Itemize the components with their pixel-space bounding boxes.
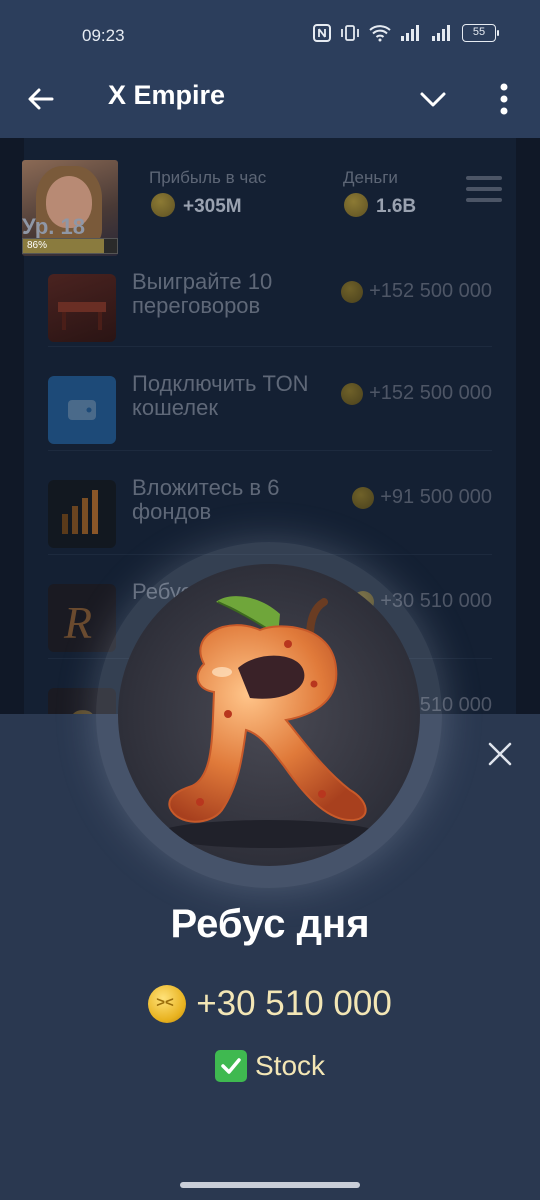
task-reward: +91 500 000 (352, 486, 492, 509)
money-label: Деньги (343, 168, 398, 187)
arrow-left-icon[interactable] (24, 82, 58, 116)
negotiation-table-icon (48, 274, 116, 342)
coin-icon (352, 486, 375, 509)
coin-icon (341, 280, 364, 303)
status-bar: 09:23 55 (0, 0, 540, 60)
nfc-icon (313, 24, 331, 42)
task-row[interactable]: Подключить TON кошелек +152 500 000 (48, 364, 492, 454)
task-reward-value: +152 500 000 (369, 280, 492, 302)
task-reward-value: +152 500 000 (369, 382, 492, 404)
profit-label: Прибыль в час (149, 168, 267, 187)
task-title: Подключить TON кошелек (132, 371, 309, 420)
sheet-title: Ребус дня (170, 902, 370, 946)
sheet-reward: >< +30 510 000 (0, 984, 540, 1024)
profit-value: +305M (183, 196, 242, 217)
app-bar: X Empire (0, 60, 540, 138)
task-reward-value: +91 500 000 (380, 486, 492, 508)
status-icons: 55 (313, 24, 499, 42)
answer-line: Stock (0, 1050, 540, 1082)
wallet-icon (48, 376, 116, 444)
task-title: Вложитесь в 6 фондов (132, 475, 280, 524)
level-progress-text: 86% (27, 240, 48, 251)
signal-icon (432, 25, 450, 41)
status-time: 09:23 (82, 26, 125, 45)
hamburger-menu-icon[interactable] (466, 176, 502, 206)
app-title: X Empire (108, 80, 226, 110)
divider (48, 346, 492, 347)
coin-icon (341, 382, 364, 405)
chevron-down-icon[interactable] (416, 82, 450, 116)
battery-icon: 55 (462, 24, 499, 42)
wifi-icon (369, 25, 391, 42)
hero-image (118, 564, 420, 866)
level-progress-bar: 86% (22, 238, 118, 254)
home-indicator[interactable] (180, 1182, 360, 1188)
answer-text: Stock (254, 1050, 326, 1081)
svg-text:R: R (63, 597, 92, 648)
task-reward: +152 500 000 (341, 382, 492, 405)
rebus-icon: R (48, 584, 116, 652)
task-title: Выиграйте 10 переговоров (132, 269, 273, 318)
more-vertical-icon[interactable] (490, 80, 518, 118)
coin-icon (151, 193, 175, 217)
vibrate-icon (341, 25, 359, 41)
coin-icon (344, 193, 368, 217)
task-row[interactable]: Выиграйте 10 переговоров +152 500 000 (48, 262, 492, 352)
coin-icon: >< (148, 985, 187, 1023)
app-root: 09:23 55 X Empire Ур. 18 86% Прибыль в ч… (0, 0, 540, 1200)
level-label: Ур. 18 (22, 214, 85, 239)
task-reward: +152 500 000 (341, 280, 492, 303)
battery-level: 55 (472, 26, 486, 38)
funds-chart-icon (48, 480, 116, 548)
money-value: 1.6B (376, 196, 417, 217)
check-icon (214, 1050, 247, 1082)
cherry-letter-r-icon (158, 596, 378, 848)
close-icon[interactable] (484, 738, 516, 770)
sheet-reward-value: +30 510 000 (196, 984, 392, 1023)
divider (48, 450, 492, 451)
signal-icon (401, 25, 419, 41)
